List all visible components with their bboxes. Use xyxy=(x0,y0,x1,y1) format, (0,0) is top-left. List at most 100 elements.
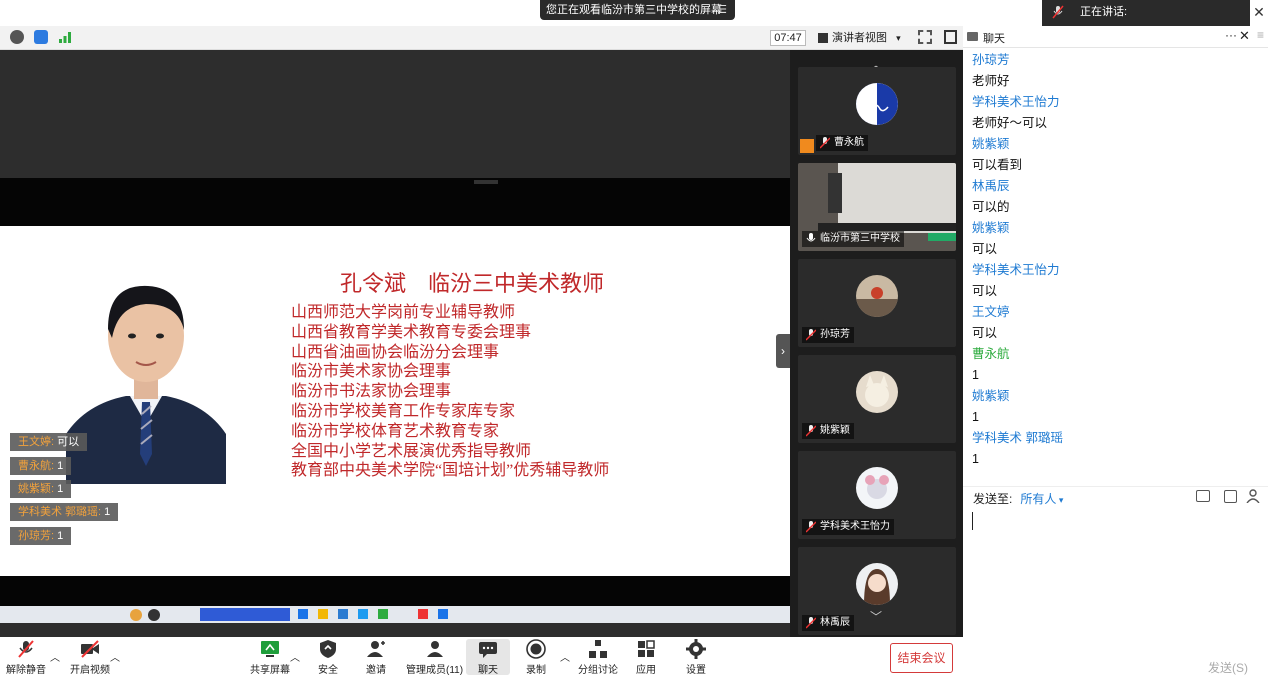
chat-sender[interactable]: 学科美术 郭璐瑶 xyxy=(972,428,1262,449)
chat-sender[interactable]: 王文婷 xyxy=(972,302,1262,323)
screenshot-icon[interactable] xyxy=(1224,490,1237,503)
chat-message: 可以看到 xyxy=(972,158,1023,172)
menu-icon[interactable]: ≡ xyxy=(1257,28,1264,42)
chat-icon xyxy=(967,32,978,41)
chat-sender[interactable]: 姚紫颖 xyxy=(972,218,1262,239)
shield-icon[interactable] xyxy=(34,30,48,44)
chevron-up-icon[interactable]: ︿ xyxy=(290,649,300,664)
app-icon xyxy=(378,609,388,619)
app-icon xyxy=(318,609,328,619)
participant-tile[interactable]: 学科美术王怡力 xyxy=(798,451,956,539)
credential-line: 山西省油画协会临汾分会理事 xyxy=(291,343,500,361)
avatar xyxy=(856,275,898,317)
participant-name: 临汾市第三中学校 xyxy=(802,231,904,247)
start-video-button[interactable]: 开启视频 xyxy=(70,639,110,676)
side-panel-icon[interactable] xyxy=(944,30,957,44)
unmute-button[interactable]: 解除静音 xyxy=(6,639,46,676)
participant-name: 学科美术王怡力 xyxy=(802,519,894,535)
chat-message: 可以的 xyxy=(972,200,1010,214)
chat-sender[interactable]: 姚紫颖 xyxy=(972,386,1262,407)
mic-muted-icon xyxy=(806,329,816,341)
participant-name: 孙琼芳 xyxy=(802,327,854,343)
chat-icon xyxy=(479,642,497,658)
chevron-down-icon[interactable]: ﹀ xyxy=(862,610,890,624)
user-icon[interactable] xyxy=(1246,489,1260,504)
meeting-timer: 07:47 xyxy=(770,30,806,46)
chat-message-list: 孙琼芳 老师好 学科美术王怡力 老师好～可以 姚紫颖 可以看到 林禹辰 可以的 … xyxy=(972,50,1262,470)
end-meeting-button[interactable]: 结束会议 xyxy=(890,643,953,673)
participant-tile[interactable]: 姚紫颖 xyxy=(798,355,956,443)
chat-message: 可以 xyxy=(972,242,998,256)
signal-icon[interactable] xyxy=(58,31,72,43)
app-icon xyxy=(148,609,160,621)
security-button[interactable]: 安全 xyxy=(318,639,338,676)
chat-sender[interactable]: 孙琼芳 xyxy=(972,50,1262,71)
speaking-label: 正在讲话: xyxy=(1080,6,1128,18)
credential-line: 临汾市学校体育艺术教育专家 xyxy=(291,422,500,440)
settings-button[interactable]: 设置 xyxy=(686,639,706,676)
chat-header: 聊天 ··· ✕ ≡ xyxy=(963,26,1268,48)
manage-members-button[interactable]: 管理成员(11) xyxy=(406,639,463,676)
invite-button[interactable]: 邀请 xyxy=(366,639,386,676)
participant-tile[interactable]: 临汾市第三中学校 xyxy=(798,163,956,251)
taskbar-window xyxy=(200,608,290,621)
info-icon[interactable] xyxy=(10,30,24,44)
chat-title: 聊天 xyxy=(983,33,1005,45)
bullet-comment-input[interactable]: 说点什么... xyxy=(10,552,94,572)
bullet-comment-placeholder: 说点什么... xyxy=(36,555,95,569)
apps-button[interactable]: 应用 xyxy=(636,639,656,676)
chat-sender[interactable]: 林禹辰 xyxy=(972,176,1262,197)
chat-divider xyxy=(963,486,1268,487)
remote-taskbar xyxy=(0,606,790,623)
chat-message: 可以 xyxy=(972,326,998,340)
emoji-icon[interactable] xyxy=(14,555,28,569)
share-screen-icon xyxy=(261,641,279,657)
chat-button[interactable]: 聊天 xyxy=(466,639,510,676)
avatar xyxy=(856,83,898,125)
window-close-icon[interactable]: ✕ xyxy=(1252,4,1266,20)
chevron-down-icon: ▾ xyxy=(1056,495,1064,505)
send-to-recipient[interactable]: 所有人 xyxy=(1020,492,1056,506)
view-mode-button[interactable]: 演讲者视图 ▾ xyxy=(816,30,908,46)
breakout-button[interactable]: 分组讨论 xyxy=(578,639,618,676)
fullscreen-icon[interactable] xyxy=(918,30,932,44)
send-button[interactable]: 发送(S) xyxy=(1208,659,1248,676)
mic-muted-icon xyxy=(1052,5,1064,19)
video-gallery: ︿ 曹永航 临汾市第三中学校 孙琼芳 姚紫颖 学科美术王怡力 林禹辰 ﹀ xyxy=(790,50,963,637)
chevron-up-icon[interactable]: ︿ xyxy=(50,649,60,664)
menu-icon[interactable]: ☰ xyxy=(717,0,727,20)
view-mode-label: 演讲者视图 xyxy=(832,32,887,44)
chat-sender[interactable]: 曹永航 xyxy=(972,344,1262,365)
chat-sender[interactable]: 姚紫颖 xyxy=(972,134,1262,155)
avatar xyxy=(856,371,898,413)
credential-line: 临汾市书法家协会理事 xyxy=(291,383,452,401)
members-icon xyxy=(426,641,443,657)
chat-sender[interactable]: 学科美术王怡力 xyxy=(972,92,1262,113)
camera-off-icon xyxy=(81,640,99,658)
speaking-indicator: 正在讲话: xyxy=(1042,0,1250,26)
chevron-up-icon[interactable]: ︿ xyxy=(560,649,570,664)
close-icon[interactable]: ✕ xyxy=(1239,28,1250,44)
share-screen-button[interactable]: 共享屏幕 xyxy=(250,639,290,676)
send-to-selector[interactable]: 发送至: 所有人 ▾ xyxy=(973,490,1063,507)
bullet-comment: 孙琼芳: 1 xyxy=(10,527,72,545)
participant-tile[interactable]: 曹永航 xyxy=(798,67,956,155)
file-icon[interactable] xyxy=(1196,490,1210,502)
slide-letterbox-bottom xyxy=(0,576,790,606)
sharing-banner[interactable]: 您正在观看临汾市第三中学校的屏幕 ☰ xyxy=(540,0,735,20)
record-button[interactable]: 录制 xyxy=(526,639,546,676)
credential-line: 全国中小学艺术展演优秀指导教师 xyxy=(291,442,532,460)
chevron-up-icon[interactable]: ︿ xyxy=(110,649,120,664)
chat-sender[interactable]: 学科美术王怡力 xyxy=(972,260,1262,281)
shared-screen: 孔令斌 临汾三中美术教师 山西师范大学岗前专业辅导教师 山西省教育学美术教育专委… xyxy=(0,50,790,637)
app-icon xyxy=(130,609,142,621)
slide-title: 孔令斌 临汾三中美术教师 xyxy=(340,271,605,296)
chat-input[interactable] xyxy=(963,506,1268,646)
collapse-gallery-button[interactable]: › xyxy=(776,334,790,368)
shield-icon xyxy=(320,640,336,658)
bullet-comment: 姚紫颖: 1 xyxy=(10,480,72,498)
more-icon[interactable]: ··· xyxy=(1225,28,1237,42)
participant-tile[interactable]: 孙琼芳 xyxy=(798,259,956,347)
bullet-comment: 曹永航: 1 xyxy=(10,457,72,475)
slide-credentials: 山西师范大学岗前专业辅导教师 山西省教育学美术教育专委会理事 山西省油画协会临汾… xyxy=(291,303,609,481)
